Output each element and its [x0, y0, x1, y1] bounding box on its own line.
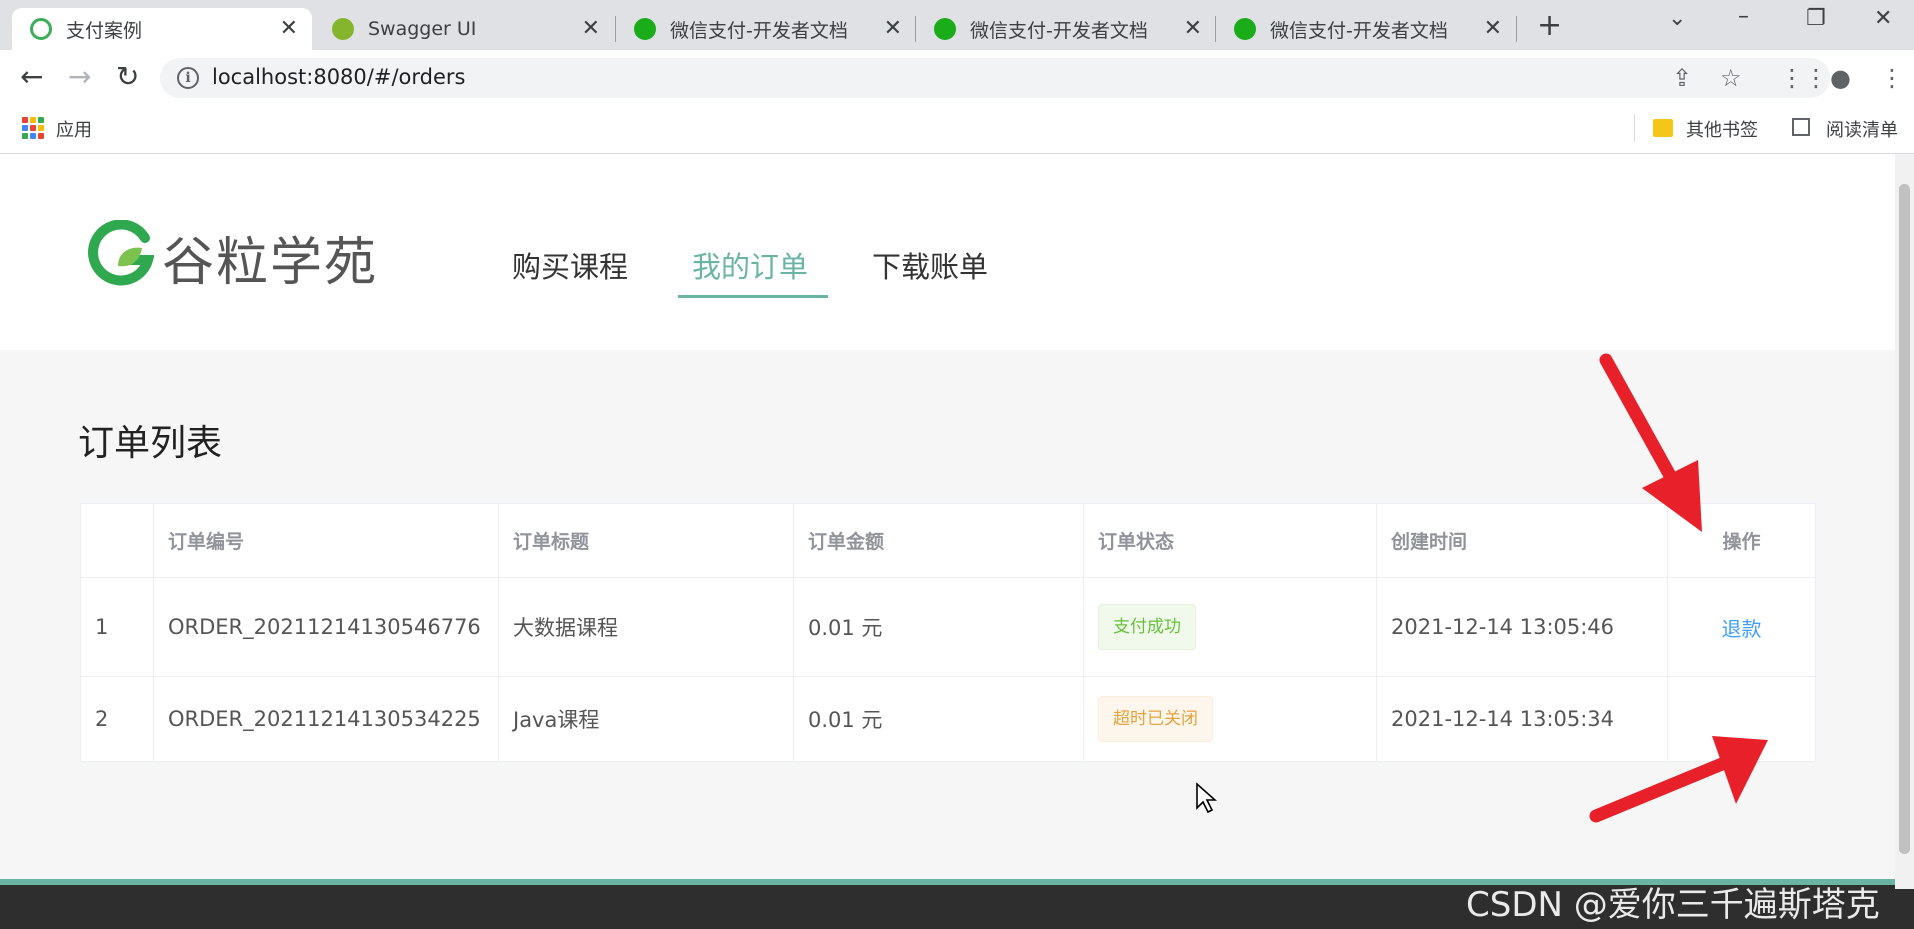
browser-toolbar: ← → ↻ i localhost:8080/#/orders ⇪ ☆ ⋮⋮ ●…	[0, 50, 1914, 106]
order-no: ORDER_20211214130546776	[154, 578, 499, 676]
browser-tab-1[interactable]: 支付案例 ✕	[12, 8, 312, 50]
tab-title: 微信支付-开发者文档	[970, 19, 1148, 42]
browser-tab-4[interactable]: 微信支付-开发者文档 ✕	[916, 8, 1216, 50]
browser-tab-2[interactable]: Swagger UI ✕	[314, 8, 614, 50]
site-header: 谷粒学苑 购买课程 我的订单 下载账单	[0, 154, 1895, 350]
nav-my-orders[interactable]: 我的订单	[692, 244, 808, 286]
brand-name[interactable]: 谷粒学苑	[162, 220, 378, 295]
folder-icon	[1653, 119, 1673, 137]
profile-icon[interactable]: ●	[1830, 64, 1851, 92]
new-tab-button[interactable]: +	[1537, 8, 1562, 43]
order-amount: 0.01 元	[794, 677, 1084, 761]
address-bar[interactable]: i localhost:8080/#/orders	[160, 58, 1830, 98]
page-title: 订单列表	[78, 423, 223, 464]
wechat-favicon-icon	[934, 18, 956, 40]
tab-separator	[1516, 16, 1517, 42]
nav-download-bill[interactable]: 下载账单	[872, 244, 988, 286]
tab-title: Swagger UI	[368, 18, 477, 40]
bookmark-other[interactable]: 其他书签	[1686, 116, 1758, 142]
action-cell: 退款	[1668, 578, 1815, 676]
close-tab-icon[interactable]: ✕	[1484, 16, 1502, 41]
nav-buy-courses[interactable]: 购买课程	[512, 244, 628, 286]
tab-title: 支付案例	[66, 19, 143, 42]
header-amount: 订单金额	[794, 504, 1084, 577]
watermark-text: CSDN @爱你三千遍斯塔克	[1466, 885, 1880, 925]
row-index: 1	[81, 578, 154, 676]
reading-list-icon	[1792, 118, 1810, 136]
tab-title: 微信支付-开发者文档	[670, 19, 848, 42]
minimize-icon[interactable]: –	[1738, 4, 1749, 29]
bookmarks-separator	[1634, 114, 1635, 142]
tab-search-chevron-icon[interactable]: ⌄	[1668, 6, 1686, 31]
status-badge: 超时已关闭	[1098, 696, 1213, 742]
page-scrollbar[interactable]	[1895, 154, 1914, 889]
mouse-cursor-icon	[1196, 782, 1217, 814]
forward-arrow-icon[interactable]: →	[68, 60, 91, 93]
back-arrow-icon[interactable]: ←	[20, 60, 43, 93]
browser-tab-bar: 支付案例 ✕ Swagger UI ✕ 微信支付-开发者文档 ✕ 微信支付-开发…	[0, 0, 1914, 50]
table-header-row: 订单编号 订单标题 订单金额 订单状态 创建时间 操作	[81, 504, 1815, 578]
close-tab-icon[interactable]: ✕	[1184, 16, 1202, 41]
site-info-icon[interactable]: i	[177, 67, 199, 89]
url-text[interactable]: localhost:8080/#/orders	[212, 65, 465, 89]
header-status: 订单状态	[1084, 504, 1377, 577]
close-tab-icon[interactable]: ✕	[884, 16, 902, 41]
created-time: 2021-12-14 13:05:46	[1377, 578, 1668, 676]
bookmarks-bar: 应用 其他书签 阅读清单	[0, 106, 1914, 154]
close-tab-icon[interactable]: ✕	[280, 16, 298, 41]
scrollbar-thumb[interactable]	[1899, 184, 1910, 854]
header-order-no: 订单编号	[154, 504, 499, 577]
red-arrow-annotation-icon	[1589, 736, 1768, 823]
extension-icon[interactable]: ⋮⋮	[1780, 64, 1828, 92]
status-badge: 支付成功	[1098, 604, 1196, 650]
active-nav-indicator	[678, 295, 828, 298]
browser-tab-3[interactable]: 微信支付-开发者文档 ✕	[616, 8, 916, 50]
bookmark-apps[interactable]: 应用	[56, 116, 92, 142]
order-title: Java课程	[499, 677, 794, 761]
status-cell: 超时已关闭	[1084, 677, 1377, 761]
bookmark-reading-list[interactable]: 阅读清单	[1826, 116, 1898, 142]
header-order-title: 订单标题	[499, 504, 794, 577]
status-cell: 支付成功	[1084, 578, 1377, 676]
wechat-favicon-icon	[634, 18, 656, 40]
header-index	[81, 504, 154, 577]
share-icon[interactable]: ⇪	[1672, 64, 1692, 92]
swagger-favicon-icon	[332, 18, 354, 40]
refund-button[interactable]: 退款	[1722, 613, 1762, 642]
tab-title: 微信支付-开发者文档	[1270, 19, 1448, 42]
close-window-icon[interactable]: ✕	[1874, 6, 1892, 31]
reload-icon[interactable]: ↻	[116, 60, 139, 93]
table-row: 1 ORDER_20211214130546776 大数据课程 0.01 元 支…	[81, 578, 1815, 677]
orders-table: 订单编号 订单标题 订单金额 订单状态 创建时间 操作 1 ORDER_2021…	[80, 503, 1816, 762]
browser-tab-5[interactable]: 微信支付-开发者文档 ✕	[1216, 8, 1516, 50]
leaf-logo-icon[interactable]	[88, 220, 154, 286]
wechat-favicon-icon	[1234, 18, 1256, 40]
row-index: 2	[81, 677, 154, 761]
apps-grid-icon[interactable]	[22, 117, 44, 139]
order-amount: 0.01 元	[794, 578, 1084, 676]
order-title: 大数据课程	[499, 578, 794, 676]
atguigu-favicon-icon	[30, 18, 52, 40]
menu-kebab-icon[interactable]: ⋮	[1880, 64, 1904, 92]
star-bookmark-icon[interactable]: ☆	[1720, 64, 1742, 92]
close-tab-icon[interactable]: ✕	[582, 16, 600, 41]
restore-icon[interactable]: ❐	[1806, 6, 1826, 31]
table-row: 2 ORDER_20211214130534225 Java课程 0.01 元 …	[81, 677, 1815, 761]
red-arrow-annotation-icon	[1599, 353, 1702, 532]
order-no: ORDER_20211214130534225	[154, 677, 499, 761]
